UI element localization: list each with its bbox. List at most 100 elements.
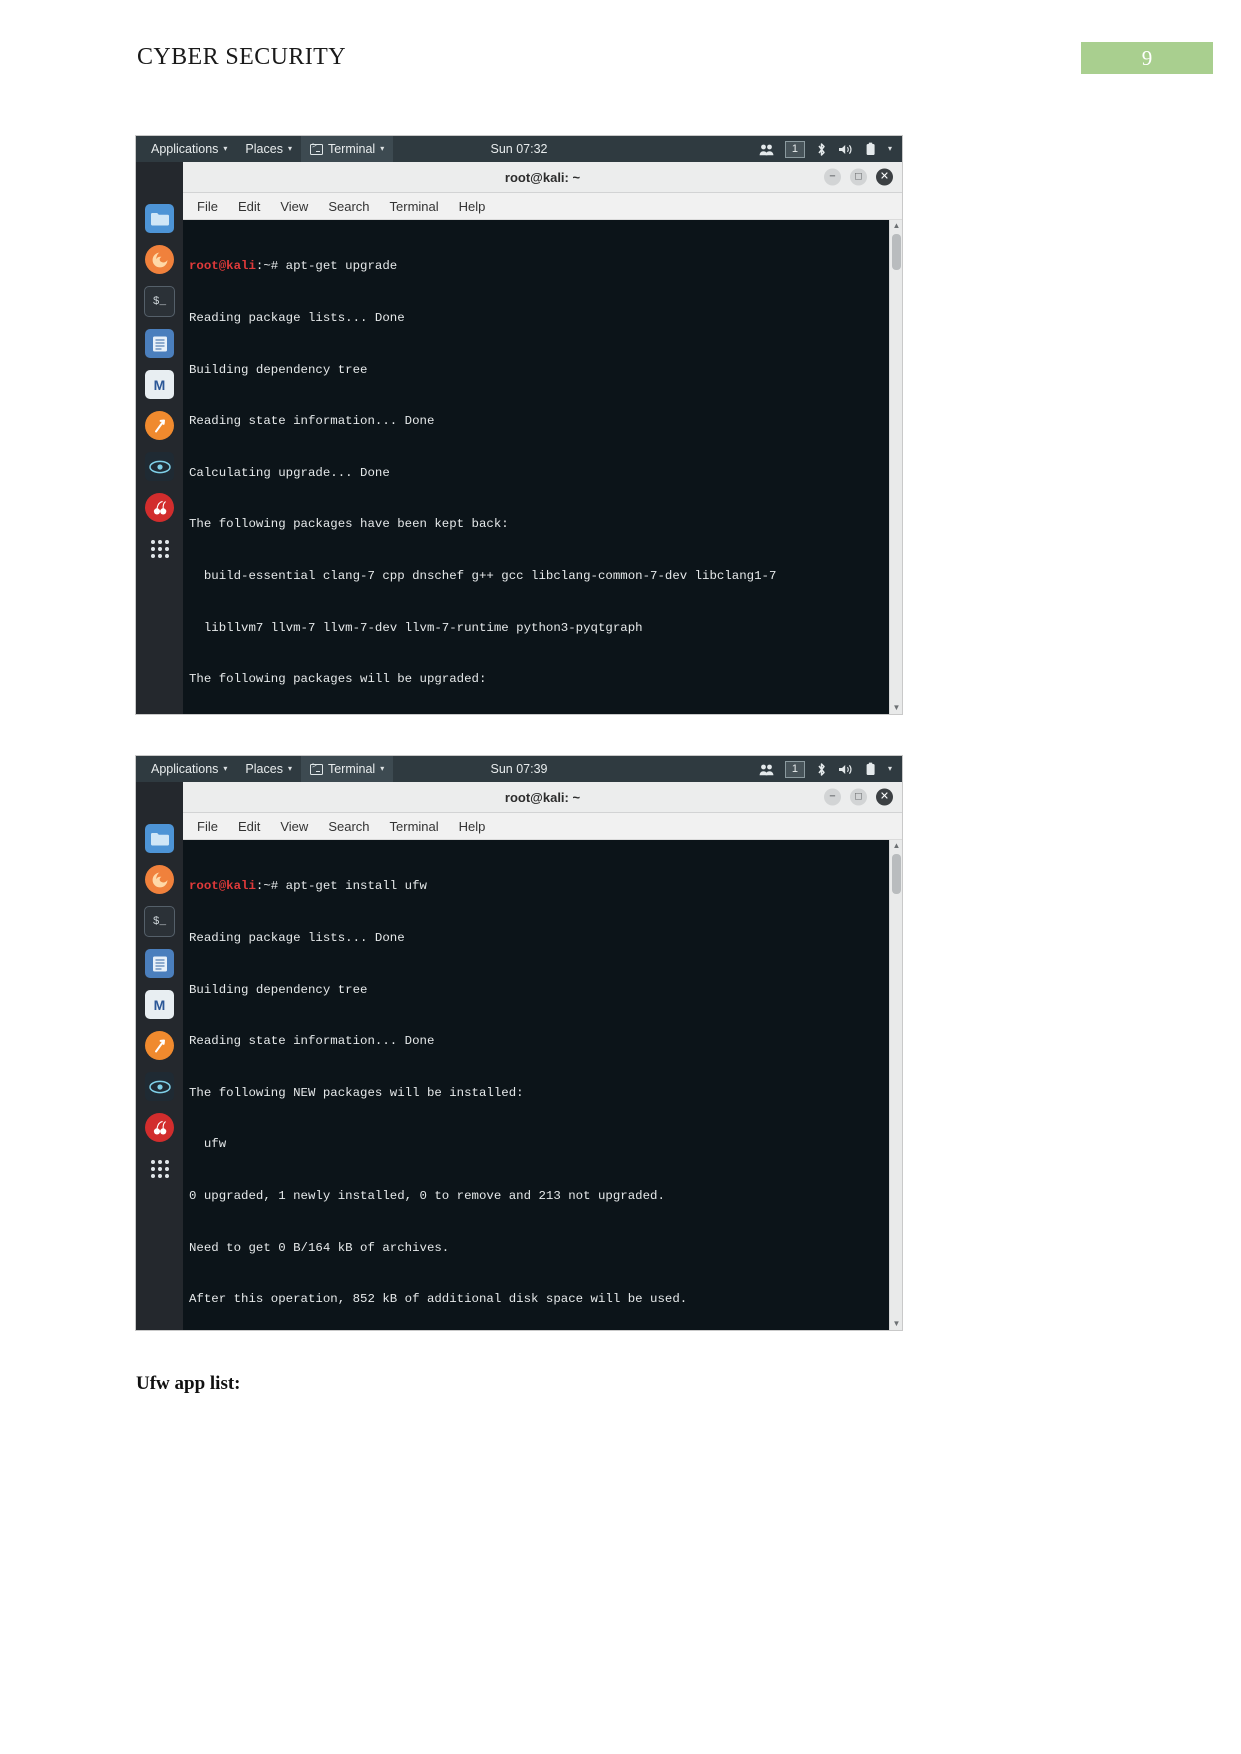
scroll-up-icon[interactable]: ▲ [890,840,902,852]
chevron-down-icon[interactable]: ▾ [888,765,892,773]
dock-item-text-editor[interactable] [145,329,174,358]
chevron-down-icon: ▾ [287,764,292,773]
battery-icon[interactable] [864,142,877,156]
workspace-indicator-2[interactable]: 1 [784,760,805,778]
dock-item-cherrytree[interactable] [145,1113,174,1142]
window-controls-1: − □ ✕ [824,168,893,186]
close-button[interactable]: ✕ [876,788,893,806]
bluetooth-icon[interactable] [816,762,827,777]
panel-terminal-menu-2[interactable]: Terminal ▾ [300,756,394,782]
favorites-dock-2: $_ M [136,782,183,1330]
dock-item-burpsuite[interactable] [145,1031,174,1060]
dock-item-cherrytree[interactable] [145,493,174,522]
menu-search[interactable]: Search [328,819,369,834]
dock-terminal-glyph: $_ [152,295,167,308]
panel-applications-menu-2[interactable]: Applications ▾ [142,756,236,782]
dock-metasploit-glyph: M [153,996,166,1013]
panel-clock-1[interactable]: Sun 07:32 [491,142,548,156]
dock-item-text-editor[interactable] [145,949,174,978]
workspace-indicator-1[interactable]: 1 [784,140,805,158]
terminal-scrollbar-1[interactable]: ▲ ▼ [889,220,902,714]
scrollbar-thumb[interactable] [892,854,901,894]
dock-item-show-applications[interactable] [145,534,174,563]
terminal-line: Building dependency tree [189,362,368,377]
terminal-line: libllvm7 llvm-7 llvm-7-dev llvm-7-runtim… [189,620,643,635]
panel-clock-2[interactable]: Sun 07:39 [491,762,548,776]
scrollbar-thumb[interactable] [892,234,901,270]
battery-icon[interactable] [864,762,877,776]
dock-item-wireshark[interactable] [145,452,174,481]
menu-view[interactable]: View [280,819,308,834]
maximize-button[interactable]: □ [850,168,867,186]
users-icon[interactable] [759,143,774,156]
volume-icon[interactable] [838,143,853,156]
dock-item-files[interactable] [145,824,174,853]
terminal-output-2: root@kali:~# apt-get install ufw Reading… [187,844,902,1330]
scroll-down-icon[interactable]: ▼ [890,1318,902,1330]
terminal-line: Reading package lists... Done [189,931,405,945]
terminal-body-2[interactable]: root@kali:~# apt-get install ufw Reading… [183,840,902,1330]
grid-icon [150,1159,169,1178]
chevron-down-icon[interactable]: ▾ [888,145,892,153]
prompt-user-2: root@kali [189,879,256,894]
terminal-body-1[interactable]: root@kali:~# apt-get upgrade Reading pac… [183,220,902,714]
menu-terminal[interactable]: Terminal [390,199,439,214]
menu-view[interactable]: View [280,199,308,214]
scroll-down-icon[interactable]: ▼ [890,702,902,714]
prompt-command-2: apt-get install ufw [285,879,427,894]
menu-edit[interactable]: Edit [238,199,260,214]
desktop-2: $_ M root@kali: ~ − □ ✕ File Edit View S… [136,782,902,1330]
panel-places-menu-1[interactable]: Places ▾ [236,136,301,162]
panel-places-menu-2[interactable]: Places ▾ [236,756,301,782]
scroll-up-icon[interactable]: ▲ [890,220,902,232]
dock-item-metasploit[interactable]: M [145,370,174,399]
dock-item-show-applications[interactable] [145,1154,174,1183]
menu-help[interactable]: Help [459,199,486,214]
dock-item-burpsuite[interactable] [145,411,174,440]
close-button[interactable]: ✕ [876,168,893,186]
terminal-prompt-line-1: root@kali:~# apt-get upgrade [189,258,902,275]
panel-applications-label-1: Applications [151,142,219,156]
dock-item-terminal[interactable]: $_ [144,286,175,317]
menu-edit[interactable]: Edit [238,819,260,834]
prompt-path-1: :~# [255,259,286,274]
dock-item-files[interactable] [145,204,174,233]
panel-applications-menu-1[interactable]: Applications ▾ [142,136,236,162]
menu-search[interactable]: Search [328,199,369,214]
terminal-line: The following packages have been kept ba… [189,517,509,532]
panel-terminal-menu-1[interactable]: Terminal ▾ [300,136,394,162]
terminal-title-1: root@kali: ~ [504,169,581,185]
terminal-line: Need to get 0 B/164 kB of archives. [189,1240,450,1255]
terminal-scrollbar-2[interactable]: ▲ ▼ [889,840,902,1330]
prompt-command-1: apt-get upgrade [285,259,398,274]
minimize-button[interactable]: − [824,168,841,186]
dock-item-firefox[interactable] [145,865,174,894]
dock-item-firefox[interactable] [145,245,174,274]
terminal-menubar-2: File Edit View Search Terminal Help [183,813,902,840]
terminal-icon [309,762,323,775]
dock-item-metasploit[interactable]: M [145,990,174,1019]
screenshot-apt-get-install-ufw: Applications ▾ Places ▾ Terminal ▾ Sun 0… [136,756,902,1330]
terminal-prompt-line-2: root@kali:~# apt-get install ufw [189,878,902,895]
favorites-dock-1: $_ M [136,162,183,714]
terminal-line: Reading state information... Done [189,1034,435,1049]
terminal-line: Calculating upgrade... Done [189,465,390,480]
volume-icon[interactable] [838,763,853,776]
bluetooth-icon[interactable] [816,142,827,157]
panel-system-tray-2: 1 ▾ [759,760,896,778]
users-icon[interactable] [759,763,774,776]
menu-terminal[interactable]: Terminal [390,819,439,834]
terminal-titlebar-2[interactable]: root@kali: ~ − □ ✕ [183,782,902,813]
maximize-button[interactable]: □ [850,788,867,806]
page-title: CYBER SECURITY [137,44,346,70]
dock-item-wireshark[interactable] [145,1072,174,1101]
menu-help[interactable]: Help [459,819,486,834]
menu-file[interactable]: File [197,819,218,834]
window-controls-2: − □ ✕ [824,788,893,806]
menu-file[interactable]: File [197,199,218,214]
panel-applications-label-2: Applications [151,762,219,776]
panel-terminal-label-1: Terminal [327,142,376,156]
dock-item-terminal[interactable]: $_ [144,906,175,937]
terminal-titlebar-1[interactable]: root@kali: ~ − □ ✕ [183,162,902,193]
minimize-button[interactable]: − [824,788,841,806]
